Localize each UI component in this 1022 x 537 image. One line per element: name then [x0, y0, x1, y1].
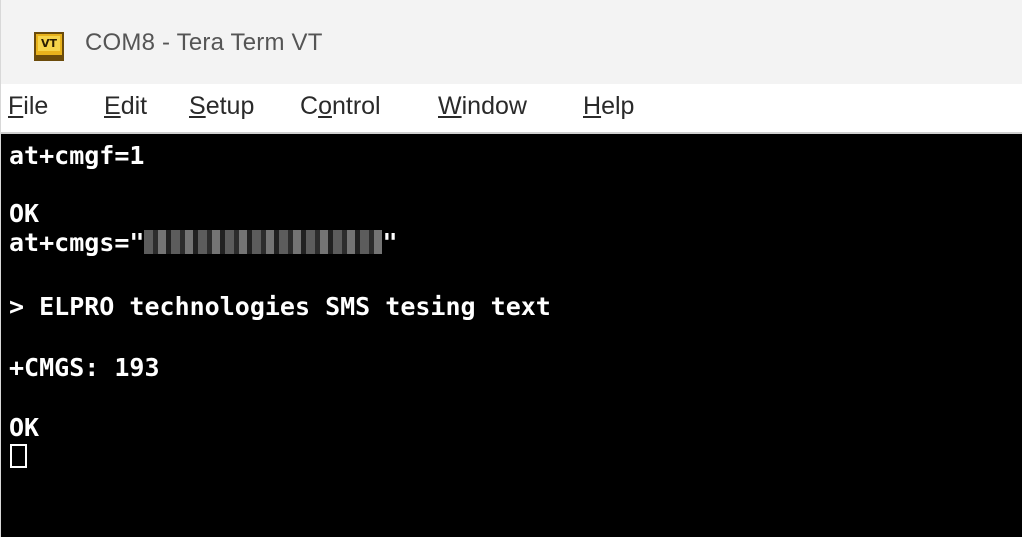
teraterm-window: VT COM8 - Tera Term VT File Edit Setup C…: [0, 0, 1022, 537]
terminal-line-ok-1: OK: [9, 199, 40, 228]
menu-help[interactable]: Help: [583, 92, 634, 121]
terminal-line-ok-2: OK: [9, 413, 40, 442]
terminal-cursor: [10, 444, 27, 468]
terminal-line-cmgf: at+cmgf=1: [9, 141, 145, 170]
terminal-line-cmgs-result: +CMGS: 193: [9, 353, 160, 382]
terminal-line-cmgs: at+cmgs=" ": [9, 228, 398, 257]
menu-file[interactable]: File: [8, 92, 48, 121]
window-title: COM8 - Tera Term VT: [85, 29, 323, 56]
menu-edit[interactable]: Edit: [104, 92, 147, 121]
menu-window[interactable]: Window: [438, 92, 527, 121]
teraterm-app-icon: VT: [34, 32, 64, 61]
title-bar[interactable]: VT COM8 - Tera Term VT: [1, 0, 1022, 84]
menu-setup[interactable]: Setup: [189, 92, 254, 121]
app-icon-label: VT: [38, 36, 60, 51]
terminal-screen[interactable]: at+cmgf=1 OK at+cmgs=" " > ELPRO technolo…: [1, 134, 1022, 537]
menu-control[interactable]: Control: [300, 92, 381, 121]
terminal-line-sms-text: > ELPRO technologies SMS tesing text: [9, 292, 551, 321]
menu-bar: File Edit Setup Control Window Help: [1, 84, 1022, 134]
redacted-phone-number: [144, 230, 383, 254]
